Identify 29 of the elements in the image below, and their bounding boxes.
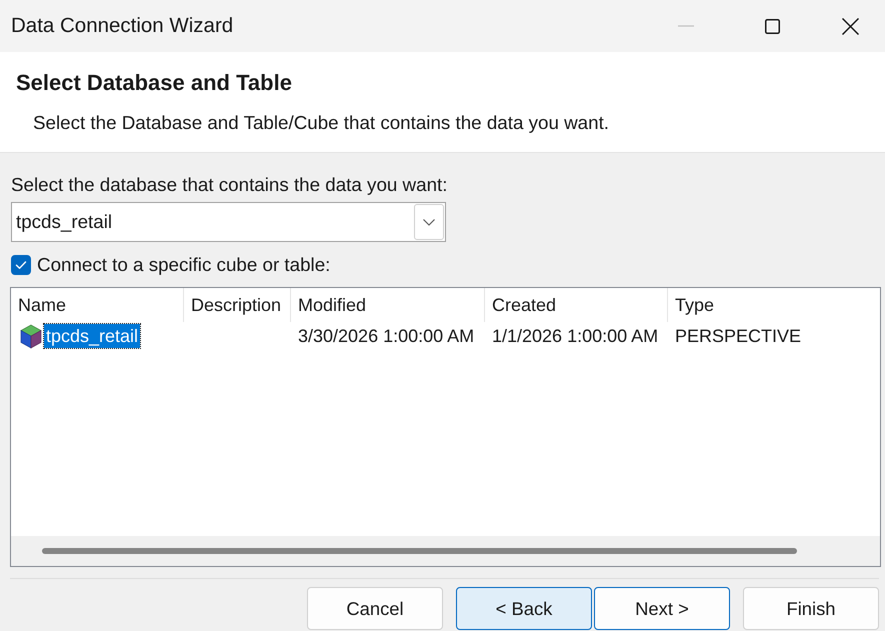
checkbox-label[interactable]: Connect to a specific cube or table:	[37, 254, 330, 276]
wizard-button[interactable]: Next >	[594, 587, 730, 630]
dropdown-button[interactable]	[414, 204, 444, 240]
database-dropdown[interactable]: tpcds_retail	[11, 202, 446, 242]
cube-icon	[20, 324, 42, 348]
created-date: 1/1/2026 1:00:00 AM	[492, 326, 658, 346]
cube-name-item[interactable]: tpcds_retail	[44, 324, 140, 348]
wizard-button[interactable]: Cancel	[307, 587, 443, 630]
database-label: Select the database that contains the data you want:	[11, 174, 448, 196]
wizard-button[interactable]: < Back	[456, 587, 592, 630]
column-header[interactable]: Created	[485, 288, 668, 322]
page-description: Select the Database and Table/Cube that contains the data you want.	[32, 111, 610, 134]
modified-date: 3/30/2026 1:00:00 AM	[298, 326, 474, 346]
close-icon	[842, 18, 859, 34]
checkbox[interactable]	[11, 255, 31, 275]
page-heading: Select Database and Table	[15, 69, 293, 96]
column-header[interactable]: Type	[668, 288, 880, 322]
type-value: PERSPECTIVE	[675, 326, 802, 346]
window-title: Data Connection Wizard	[11, 14, 234, 38]
column-header[interactable]: Modified	[291, 288, 485, 322]
wizard-button[interactable]: Finish	[743, 587, 879, 630]
horizontal-scrollbar[interactable]	[11, 536, 880, 566]
column-header[interactable]: Name	[11, 288, 184, 322]
maximize-icon	[764, 18, 780, 34]
column-header[interactable]: Description	[184, 288, 291, 322]
database-value: tpcds_retail	[16, 211, 114, 233]
minimize-icon	[678, 25, 694, 27]
scrollbar-thumb[interactable]	[42, 548, 797, 554]
chevron-down-icon	[423, 218, 435, 226]
